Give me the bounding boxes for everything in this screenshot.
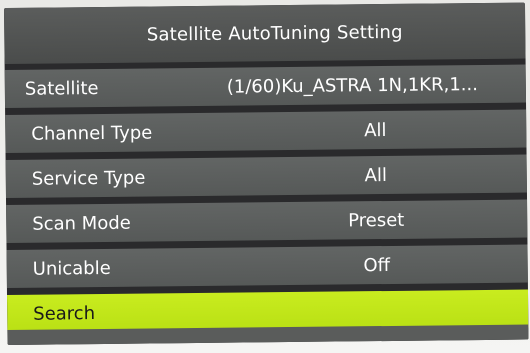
menu-item-unicable[interactable]: Unicable Off [6,244,528,288]
menu-item-value: Off [363,254,391,276]
dialog-title: Satellite AutoTuning Setting [146,21,403,46]
menu-item-label: Channel Type [31,121,153,145]
menu-item-value: Preset [348,209,405,231]
menu-item-value: All [364,164,388,186]
dialog-title-bar: Satellite AutoTuning Setting [4,2,526,64]
menu-item-value: All [364,119,387,141]
menu-item-satellite[interactable]: Satellite (1/60)Ku_ASTRA 1N,1KR,1... [4,64,527,108]
menu-item-label: Search [33,302,96,325]
settings-menu: Satellite (1/60)Ku_ASTRA 1N,1KR,1... Cha… [4,64,529,340]
menu-item-value: (1/60)Ku_ASTRA 1N,1KR,1... [226,73,479,98]
menu-item-label: Satellite [24,77,99,100]
menu-item-channel-type[interactable]: Channel Type All [5,109,527,153]
tv-screen: Satellite AutoTuning Setting Satellite (… [4,2,529,345]
menu-item-label: Scan Mode [32,212,131,235]
menu-item-label: Unicable [32,257,111,280]
menu-item-label: Service Type [31,167,146,190]
menu-item-scan-mode[interactable]: Scan Mode Preset [6,199,528,243]
menu-item-service-type[interactable]: Service Type All [5,154,527,198]
